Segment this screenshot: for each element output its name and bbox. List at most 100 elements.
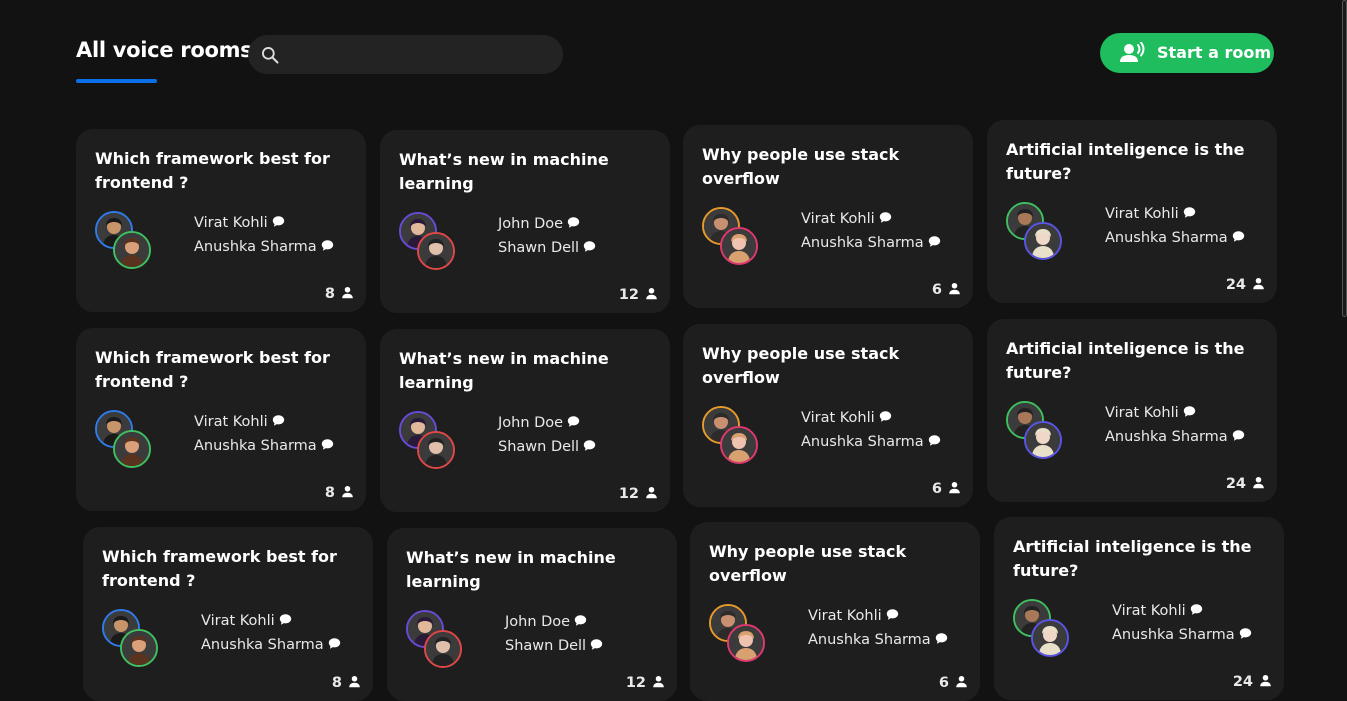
chat-bubble-icon — [1232, 231, 1244, 242]
speaker-item: Virat Kohli — [1105, 401, 1245, 425]
speaker-item: John Doe — [498, 212, 596, 236]
room-card[interactable]: Artificial inteligence is the future? Vir… — [987, 120, 1277, 303]
room-card[interactable]: Why people use stack overflow Virat Kohli… — [690, 522, 980, 701]
room-card[interactable]: Artificial inteligence is the future? Vir… — [987, 319, 1277, 502]
search-input[interactable] — [290, 41, 554, 69]
speaker-item: Shawn Dell — [505, 634, 603, 658]
listener-count: 6 — [939, 675, 968, 691]
speaker-name: John Doe — [498, 216, 564, 232]
speaker-name: Anushka Sharma — [1112, 627, 1235, 643]
speaker-item: Virat Kohli — [194, 410, 334, 434]
speaker-name: John Doe — [498, 415, 564, 431]
scrollbar-thumb[interactable] — [1342, 0, 1347, 317]
speaker-list: John Doe Shawn Dell — [505, 610, 603, 658]
listener-count: 8 — [325, 286, 354, 302]
speaker-list: John Doe Shawn Dell — [498, 411, 596, 459]
listener-count-value: 12 — [618, 287, 639, 303]
room-card[interactable]: Which framework best for frontend ? Virat… — [76, 129, 366, 312]
room-card[interactable]: Why people use stack overflow Virat Kohli… — [683, 324, 973, 507]
speaker-list: Virat Kohli Anushka Sharma — [801, 207, 941, 255]
chat-bubble-icon — [583, 241, 596, 252]
room-card[interactable]: Which framework best for frontend ? Virat… — [83, 527, 373, 701]
search-bar[interactable] — [248, 35, 563, 74]
speaker-name: Virat Kohli — [1105, 405, 1179, 421]
chat-bubble-icon — [928, 236, 940, 247]
chat-bubble-icon — [1232, 430, 1244, 441]
chat-bubble-icon — [583, 440, 596, 451]
speaker-item: John Doe — [498, 411, 596, 435]
person-icon — [949, 481, 960, 494]
speaker-name: Virat Kohli — [808, 608, 882, 624]
chat-bubble-icon — [879, 212, 891, 223]
avatar — [113, 231, 151, 269]
speaker-avatars — [95, 410, 155, 472]
speaker-item: Virat Kohli — [1112, 599, 1252, 623]
chat-bubble-icon — [272, 415, 284, 426]
chat-bubble-icon — [1183, 406, 1195, 417]
person-icon — [1260, 674, 1271, 687]
room-title: Why people use stack overflow — [702, 145, 900, 188]
room-card[interactable]: What’s new in machine learning John Doe Sh… — [380, 130, 670, 313]
room-title: What’s new in machine learning — [399, 150, 609, 193]
listener-count: 6 — [932, 481, 961, 497]
search-icon — [262, 47, 279, 64]
avatar — [424, 630, 462, 668]
page-header: All voice rooms Start a room — [0, 0, 1347, 100]
speaker-name: Anushka Sharma — [201, 637, 324, 653]
chat-bubble-icon — [279, 614, 291, 625]
speaker-name: Virat Kohli — [801, 410, 875, 426]
avatar — [1024, 222, 1062, 260]
room-title: Artificial inteligence is the future? — [1006, 140, 1245, 183]
chat-bubble-icon — [567, 217, 580, 228]
avatar — [417, 431, 455, 469]
avatar — [120, 629, 158, 667]
speaker-avatars — [95, 211, 155, 273]
room-card[interactable]: Why people use stack overflow Virat Kohli… — [683, 125, 973, 308]
speaker-item: Anushka Sharma — [801, 231, 941, 255]
person-icon — [949, 282, 960, 295]
speaker-list: Virat Kohli Anushka Sharma — [194, 211, 334, 259]
speaker-name: Anushka Sharma — [808, 632, 931, 648]
listener-count-value: 6 — [931, 282, 942, 298]
listener-count-value: 8 — [331, 675, 342, 691]
speaker-list: John Doe Shawn Dell — [498, 212, 596, 260]
room-card[interactable]: What’s new in machine learning John Doe Sh… — [387, 528, 677, 701]
chat-bubble-icon — [928, 435, 940, 446]
listener-count: 12 — [619, 287, 658, 303]
speaker-item: Virat Kohli — [1105, 202, 1245, 226]
speaker-name: Shawn Dell — [505, 638, 587, 654]
chat-bubble-icon — [1239, 628, 1251, 639]
listener-count: 12 — [619, 486, 658, 502]
speaker-avatars — [406, 610, 466, 672]
speaker-item: Shawn Dell — [498, 435, 596, 459]
speaker-person-icon — [1120, 42, 1145, 62]
active-tab-indicator — [76, 79, 157, 83]
avatar — [417, 232, 455, 270]
room-card[interactable]: What’s new in machine learning John Doe Sh… — [380, 329, 670, 512]
speaker-item: Shawn Dell — [498, 236, 596, 260]
speaker-item: Anushka Sharma — [201, 633, 341, 657]
chat-bubble-icon — [1183, 207, 1195, 218]
chat-bubble-icon — [321, 439, 333, 450]
room-card[interactable]: Artificial inteligence is the future? Vir… — [994, 517, 1284, 700]
speaker-avatars — [1006, 202, 1066, 264]
speaker-name: Virat Kohli — [801, 211, 875, 227]
listener-count-value: 24 — [1225, 476, 1246, 492]
speaker-item: Anushka Sharma — [1105, 425, 1245, 449]
page-title[interactable]: All voice rooms — [76, 38, 253, 62]
speaker-name: Virat Kohli — [201, 613, 275, 629]
speaker-avatars — [1013, 599, 1073, 661]
speaker-item: Anushka Sharma — [1105, 226, 1245, 250]
speaker-name: Shawn Dell — [498, 439, 580, 455]
listener-count-value: 6 — [938, 675, 949, 691]
avatar — [727, 624, 765, 662]
avatar — [720, 227, 758, 265]
speaker-list: Virat Kohli Anushka Sharma — [1105, 202, 1245, 250]
room-card[interactable]: Which framework best for frontend ? Virat… — [76, 328, 366, 511]
page-scrollbar[interactable] — [1341, 0, 1347, 701]
start-room-button[interactable]: Start a room — [1100, 33, 1274, 73]
speaker-item: Virat Kohli — [201, 609, 341, 633]
avatar — [113, 430, 151, 468]
avatar — [1031, 619, 1069, 657]
speaker-list: Virat Kohli Anushka Sharma — [808, 604, 948, 652]
